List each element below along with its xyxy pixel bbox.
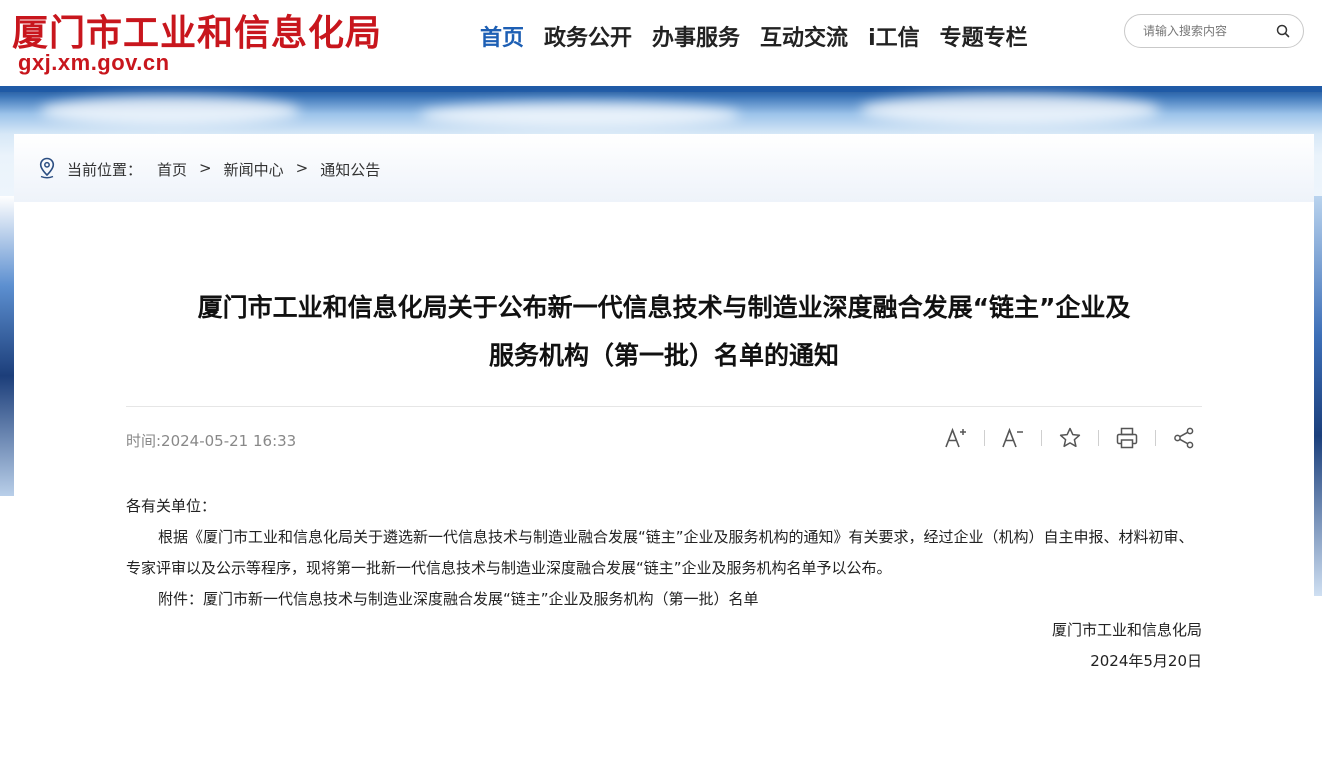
- toolbar-divider: [1155, 430, 1156, 446]
- article-toolbar: [944, 426, 1196, 450]
- banner-top-bar: [0, 86, 1322, 92]
- breadcrumb-item-news-center[interactable]: 新闻中心: [224, 159, 284, 180]
- article-body: 各有关单位： 根据《厦门市工业和信息化局关于遴选新一代信息技术与制造业融合发展“…: [126, 491, 1202, 677]
- salutation: 各有关单位：: [126, 497, 217, 515]
- signature: 厦门市工业和信息化局: [1051, 621, 1202, 639]
- location-pin-icon: [38, 157, 56, 179]
- banner-cloud: [40, 96, 300, 126]
- search-input[interactable]: [1143, 21, 1271, 41]
- breadcrumb-separator: >: [199, 159, 212, 177]
- main-nav: 首页 政务公开 办事服务 互动交流 i工信 专题专栏: [470, 20, 1038, 52]
- search-icon[interactable]: [1275, 23, 1291, 39]
- breadcrumb-trail: 首页 > 新闻中心 > 通知公告: [157, 159, 380, 180]
- banner-cloud: [420, 102, 740, 128]
- signature-date: 2024年5月20日: [1090, 652, 1202, 670]
- breadcrumb: 当前位置： 首页 > 新闻中心 > 通知公告: [14, 134, 1314, 202]
- share-icon[interactable]: [1172, 426, 1196, 450]
- breadcrumb-item-notices[interactable]: 通知公告: [320, 159, 380, 180]
- nav-item-interaction[interactable]: 互动交流: [760, 20, 848, 52]
- nav-item-gov-affairs[interactable]: 政务公开: [544, 20, 632, 52]
- publish-time: 时间:2024-05-21 16:33: [126, 432, 297, 450]
- star-icon[interactable]: [1058, 426, 1082, 450]
- site-header: 厦门市工业和信息化局 gxj.xm.gov.cn 首页 政务公开 办事服务 互动…: [0, 0, 1322, 86]
- toolbar-divider: [984, 430, 985, 446]
- search-box: [1124, 14, 1304, 48]
- title-divider: [126, 406, 1202, 407]
- nav-item-services[interactable]: 办事服务: [652, 20, 740, 52]
- site-logo-title[interactable]: 厦门市工业和信息化局: [12, 4, 382, 56]
- font-increase-icon[interactable]: [944, 426, 968, 450]
- nav-item-topics[interactable]: 专题专栏: [940, 20, 1028, 52]
- article-title: 厦门市工业和信息化局关于公布新一代信息技术与制造业深度融合发展“链主”企业及 服…: [114, 284, 1214, 380]
- attachment-link[interactable]: 附件：厦门市新一代信息技术与制造业深度融合发展“链主”企业及服务机构（第一批）名…: [126, 584, 1202, 615]
- nav-item-home[interactable]: 首页: [480, 20, 524, 52]
- body-paragraph: 根据《厦门市工业和信息化局关于遴选新一代信息技术与制造业融合发展“链主”企业及服…: [126, 528, 1194, 577]
- nav-item-i-gongxin[interactable]: i工信: [868, 20, 920, 52]
- content-panel: 当前位置： 首页 > 新闻中心 > 通知公告 厦门市工业和信息化局关于公布新一代…: [14, 134, 1314, 772]
- article-title-line: 厦门市工业和信息化局关于公布新一代信息技术与制造业深度融合发展“链主”企业及: [197, 293, 1131, 322]
- banner-cloud: [860, 94, 1160, 126]
- toolbar-divider: [1098, 430, 1099, 446]
- toolbar-divider: [1041, 430, 1042, 446]
- article-title-line: 服务机构（第一批）名单的通知: [488, 341, 839, 370]
- breadcrumb-item-home[interactable]: 首页: [157, 159, 187, 180]
- site-domain: gxj.xm.gov.cn: [18, 50, 170, 75]
- printer-icon[interactable]: [1115, 426, 1139, 450]
- breadcrumb-label: 当前位置：: [67, 161, 143, 179]
- font-decrease-icon[interactable]: [1001, 426, 1025, 450]
- breadcrumb-separator: >: [295, 159, 309, 177]
